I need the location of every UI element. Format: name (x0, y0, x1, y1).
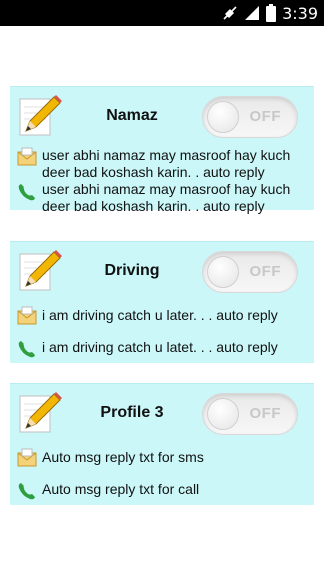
toggle-state-label: OFF (249, 405, 281, 422)
toggle-knob (207, 256, 239, 288)
sms-reply-text: user abhi namaz may masroof hay kuch dee… (42, 147, 291, 180)
toggle-state-label: OFF (249, 108, 281, 125)
profile-name: Driving (104, 262, 160, 279)
call-reply-text: user abhi namaz may masroof hay kuch dee… (42, 181, 291, 214)
profile-list: Namaz OFF user abhi namaz may masroof ha… (0, 26, 324, 576)
signal-icon (244, 5, 260, 21)
sms-reply-row[interactable]: i am driving catch u later. . . auto rep… (10, 302, 314, 334)
call-reply-text: Auto msg reply txt for call (42, 481, 200, 497)
phone-icon (18, 483, 35, 500)
profile-toggle[interactable]: OFF (202, 251, 298, 293)
profile-name: Namaz (106, 107, 158, 124)
sms-envelope-icon (17, 448, 37, 467)
sms-reply-row[interactable]: user abhi namaz may masroof hay kuch dee… (10, 145, 314, 180)
call-reply-row[interactable]: Auto msg reply txt for call (10, 476, 314, 506)
sms-envelope-icon (17, 306, 37, 325)
toggle-knob (207, 101, 239, 133)
profile-toggle[interactable]: OFF (202, 393, 298, 435)
call-reply-text: i am driving catch u latet. . . auto rep… (42, 339, 278, 355)
profile-card-namaz[interactable]: Namaz OFF user abhi namaz may masroof ha… (10, 86, 314, 214)
sms-reply-text: Auto msg reply txt for sms (42, 449, 204, 465)
profile-card-header: Profile 3 OFF (10, 384, 314, 442)
sms-reply-text: i am driving catch u later. . . auto rep… (42, 307, 278, 323)
mute-icon (222, 5, 238, 21)
edit-pencil-icon[interactable] (16, 246, 64, 294)
profile-name: Profile 3 (100, 404, 164, 421)
profile-card-profile-3[interactable]: Profile 3 OFF Auto msg reply txt for sms… (10, 383, 314, 505)
toggle-knob (207, 398, 239, 430)
phone-icon (18, 184, 35, 201)
edit-pencil-icon[interactable] (16, 91, 64, 139)
battery-icon (266, 4, 277, 22)
status-bar: 3:39 (0, 0, 324, 26)
profile-card-header: Driving OFF (10, 242, 314, 300)
toggle-state-label: OFF (249, 263, 281, 280)
sms-envelope-icon (17, 147, 37, 166)
profile-card-driving[interactable]: Driving OFF i am driving catch u later. … (10, 241, 314, 363)
call-reply-row[interactable]: user abhi namaz may masroof hay kuch dee… (10, 179, 314, 214)
clock: 3:39 (282, 3, 318, 23)
phone-icon (18, 341, 35, 358)
edit-pencil-icon[interactable] (16, 388, 64, 436)
call-reply-row[interactable]: i am driving catch u latet. . . auto rep… (10, 334, 314, 364)
sms-reply-row[interactable]: Auto msg reply txt for sms (10, 444, 314, 476)
profile-toggle[interactable]: OFF (202, 96, 298, 138)
profile-card-header: Namaz OFF (10, 87, 314, 145)
